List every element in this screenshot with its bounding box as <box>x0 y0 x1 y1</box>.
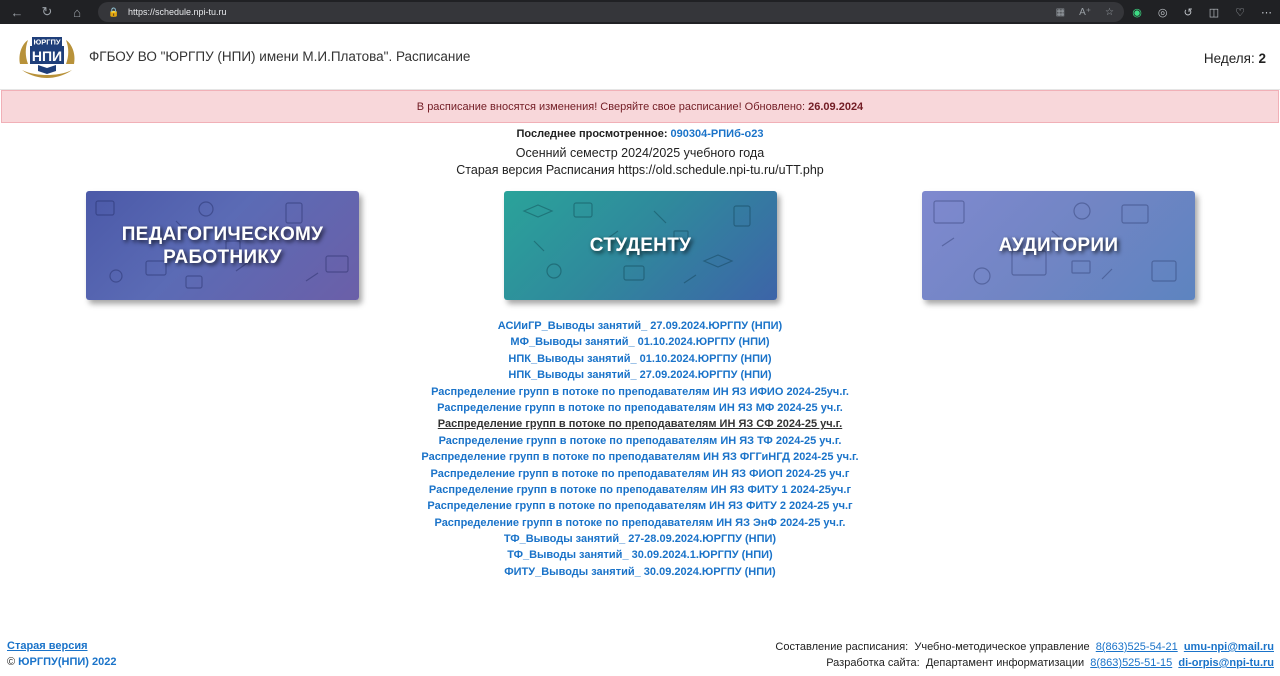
doc-link[interactable]: Распределение групп в потоке по преподав… <box>0 466 1280 482</box>
dev-label: Разработка сайта: <box>826 657 920 669</box>
schedule-dept: Учебно-методическое управление <box>914 641 1090 653</box>
copyright-symbol: © <box>7 656 16 668</box>
site-title: ФГБОУ ВО "ЮРГПУ (НПИ) имени М.И.Платова"… <box>89 49 471 64</box>
more-menu-icon[interactable]: ⋯ <box>1261 6 1272 19</box>
dev-email-link[interactable]: di-orpis@npi-tu.ru <box>1178 657 1274 669</box>
doc-link[interactable]: ФИТУ_Выводы занятий_ 30.09.2024.ЮРГПУ (Н… <box>0 564 1280 580</box>
doc-link-hovered[interactable]: Распределение групп в потоке по преподав… <box>0 416 1280 432</box>
doc-link[interactable]: ТФ_Выводы занятий_ 27-28.09.2024.ЮРГПУ (… <box>0 531 1280 547</box>
last-viewed: Последнее просмотренное: 090304-РПИб-о23 <box>0 128 1280 140</box>
browser-toolbar: ← ↻ ⌂ 🔒 https://schedule.npi-tu.ru ▦ A⁺ … <box>0 0 1280 24</box>
split-view-icon[interactable]: ◫ <box>1209 6 1219 19</box>
doc-link[interactable]: Распределение групп в потоке по преподав… <box>0 384 1280 400</box>
semester-text: Осенний семестр 2024/2025 учебного года <box>515 146 765 160</box>
alert-text: В расписание вносятся изменения! Сверяйт… <box>416 100 806 113</box>
lock-icon[interactable]: 🔒 <box>108 6 120 18</box>
favorite-star-icon[interactable]: ☆ <box>1105 7 1114 18</box>
doc-link[interactable]: МФ_Выводы занятий_ 01.10.2024.ЮРГПУ (НПИ… <box>0 334 1280 350</box>
footer-copyright: © ЮРГПУ(НПИ) 2022 <box>7 656 116 672</box>
last-viewed-link[interactable]: 090304-РПИб-о23 <box>671 128 764 140</box>
extension-icon[interactable]: ◎ <box>1158 6 1168 19</box>
university-logo[interactable]: ЮРГПУ НПИ <box>16 34 78 80</box>
doc-link[interactable]: Распределение групп в потоке по преподав… <box>0 449 1280 465</box>
doc-link[interactable]: НПК_Выводы занятий_ 27.09.2024.ЮРГПУ (НП… <box>0 367 1280 383</box>
week-indicator: Неделя: 2 <box>1204 51 1266 66</box>
site-header: ЮРГПУ НПИ ФГБОУ ВО "ЮРГПУ (НПИ) имени М.… <box>0 24 1280 90</box>
dev-dept: Департамент информатизации <box>925 657 1085 669</box>
schedule-phone-link[interactable]: 8(863)525-54-21 <box>1096 641 1178 653</box>
address-url[interactable]: https://schedule.npi-tu.ru <box>128 7 227 17</box>
doc-link[interactable]: ТФ_Выводы занятий_ 30.09.2024.1.ЮРГПУ (Н… <box>0 547 1280 563</box>
teacher-tile-label[interactable]: ПЕДАГОГИЧЕСКОМУ РАБОТНИКУ <box>122 223 324 269</box>
student-tile-label[interactable]: СТУДЕНТУ <box>590 234 691 257</box>
read-aloud-icon[interactable]: A⁺ <box>1079 7 1091 18</box>
doc-link[interactable]: Распределение групп в потоке по преподав… <box>0 515 1280 531</box>
doc-link[interactable]: Распределение групп в потоке по преподав… <box>0 498 1280 514</box>
room-tile[interactable]: АУДИТОРИИ <box>922 191 1195 300</box>
schedule-contact-row: Составление расписания: Учебно-методичес… <box>775 640 1274 656</box>
update-alert: В расписание вносятся изменения! Сверяйт… <box>1 90 1279 123</box>
last-viewed-label: Последнее просмотренное: <box>516 128 668 140</box>
copyright-text: ЮРГПУ(НПИ) 2022 <box>18 656 117 668</box>
doc-link[interactable]: АСИиГР_Выводы занятий_ 27.09.2024.ЮРГПУ … <box>0 318 1280 334</box>
favorites-icon[interactable]: ♡ <box>1235 6 1245 19</box>
doc-link[interactable]: Распределение групп в потоке по преподав… <box>0 433 1280 449</box>
logo-text-mid: НПИ <box>32 48 62 64</box>
footer-contacts: Составление расписания: Учебно-методичес… <box>775 640 1274 672</box>
teacher-tile-line1[interactable]: ПЕДАГОГИЧЕСКОМУ <box>122 223 324 246</box>
doc-link[interactable]: НПК_Выводы занятий_ 01.10.2024.ЮРГПУ (НП… <box>0 351 1280 367</box>
reload-icon[interactable]: ↻ <box>32 0 62 24</box>
document-links: АСИиГР_Выводы занятий_ 27.09.2024.ЮРГПУ … <box>0 318 1280 580</box>
alert-date: 26.09.2024 <box>808 100 864 113</box>
reader-view-icon[interactable]: ▦ <box>1056 7 1065 18</box>
teacher-tile-line2[interactable]: РАБОТНИКУ <box>122 246 324 269</box>
student-tile[interactable]: СТУДЕНТУ <box>504 191 777 300</box>
sync-icon[interactable]: ↺ <box>1184 6 1193 19</box>
week-label: Неделя: <box>1203 51 1255 66</box>
dev-phone-link[interactable]: 8(863)525-51-15 <box>1090 657 1172 669</box>
schedule-email-link[interactable]: umu-npi@mail.ru <box>1184 641 1274 653</box>
schedule-label: Составление расписания: <box>775 641 909 653</box>
week-number: 2 <box>1258 51 1266 66</box>
doc-link[interactable]: Распределение групп в потоке по преподав… <box>0 482 1280 498</box>
old-version-text: Старая версия Расписания https://old.sch… <box>456 163 824 177</box>
dev-contact-row: Разработка сайта: Департамент информатиз… <box>775 656 1274 672</box>
doc-link[interactable]: Распределение групп в потоке по преподав… <box>0 400 1280 416</box>
address-bar[interactable]: 🔒 https://schedule.npi-tu.ru ▦ A⁺ ☆ <box>98 2 1124 22</box>
teacher-tile[interactable]: ПЕДАГОГИЧЕСКОМУ РАБОТНИКУ <box>86 191 359 300</box>
shield-extension-icon[interactable]: ◉ <box>1132 6 1142 19</box>
home-icon[interactable]: ⌂ <box>62 0 92 24</box>
back-icon[interactable]: ← <box>2 0 32 24</box>
footer-old-version-link[interactable]: Старая версия <box>7 640 116 656</box>
logo-text-top: ЮРГПУ <box>33 38 60 47</box>
footer-left: Старая версия © ЮРГПУ(НПИ) 2022 <box>7 640 116 672</box>
room-tile-label[interactable]: АУДИТОРИИ <box>999 234 1119 257</box>
